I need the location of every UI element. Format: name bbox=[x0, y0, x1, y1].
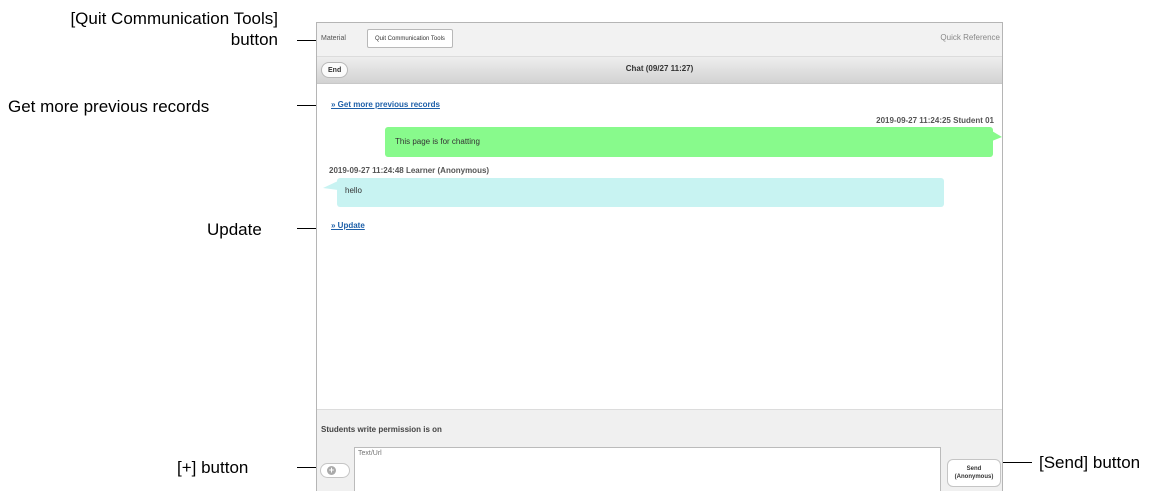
callout-get-more: Get more previous records bbox=[8, 97, 210, 116]
callout-plus: [+] button bbox=[177, 458, 249, 477]
message-meta: 2019-09-27 11:24:25 Student 01 bbox=[876, 116, 994, 125]
quit-communication-tools-button[interactable]: Quit Communication Tools bbox=[367, 29, 453, 48]
callout-quit-line2: button bbox=[230, 30, 278, 49]
plus-icon: + bbox=[327, 465, 336, 475]
plus-button[interactable]: + bbox=[320, 463, 350, 478]
callout-update: Update bbox=[207, 220, 262, 239]
message-text: hello bbox=[345, 186, 362, 195]
bubble-tail-right-icon bbox=[992, 131, 1002, 141]
chat-title: Chat (09/27 11:27) bbox=[625, 64, 694, 73]
leader-send bbox=[1002, 462, 1032, 463]
update-link[interactable]: » Update bbox=[331, 221, 365, 230]
top-toolbar: Material Quit Communication Tools Quick … bbox=[317, 23, 1002, 57]
callout-send: [Send] button bbox=[1039, 453, 1141, 472]
get-more-previous-records-link[interactable]: » Get more previous records bbox=[331, 100, 440, 109]
bubble-tail-left-icon bbox=[323, 181, 338, 190]
callout-quit-line1: [Quit Communication Tools] bbox=[70, 9, 278, 28]
message-meta: 2019-09-27 11:24:48 Learner (Anonymous) bbox=[329, 166, 490, 175]
write-permission-status: Students write permission is on bbox=[321, 425, 442, 434]
chat-header: Chat (09/27 11:27) End bbox=[317, 57, 1002, 84]
send-label: Send bbox=[966, 466, 982, 472]
input-area: Students write permission is on + Send (… bbox=[317, 409, 1002, 491]
chat-window: Material Quit Communication Tools Quick … bbox=[316, 22, 1003, 491]
end-button[interactable]: End bbox=[321, 62, 349, 78]
send-anonymous-label: (Anonymous) bbox=[954, 474, 994, 480]
message-text: This page is for chatting bbox=[395, 137, 480, 146]
quick-reference-link[interactable]: Quick Reference bbox=[940, 33, 1000, 42]
message-input[interactable] bbox=[354, 447, 941, 491]
callout-quit-button: [Quit Communication Tools] button bbox=[0, 8, 278, 50]
message-bubble-own: This page is for chatting bbox=[385, 127, 993, 157]
send-button[interactable]: Send (Anonymous) bbox=[947, 459, 1001, 487]
message-bubble-other: hello bbox=[337, 178, 944, 207]
tab-material[interactable]: Material bbox=[321, 35, 346, 42]
